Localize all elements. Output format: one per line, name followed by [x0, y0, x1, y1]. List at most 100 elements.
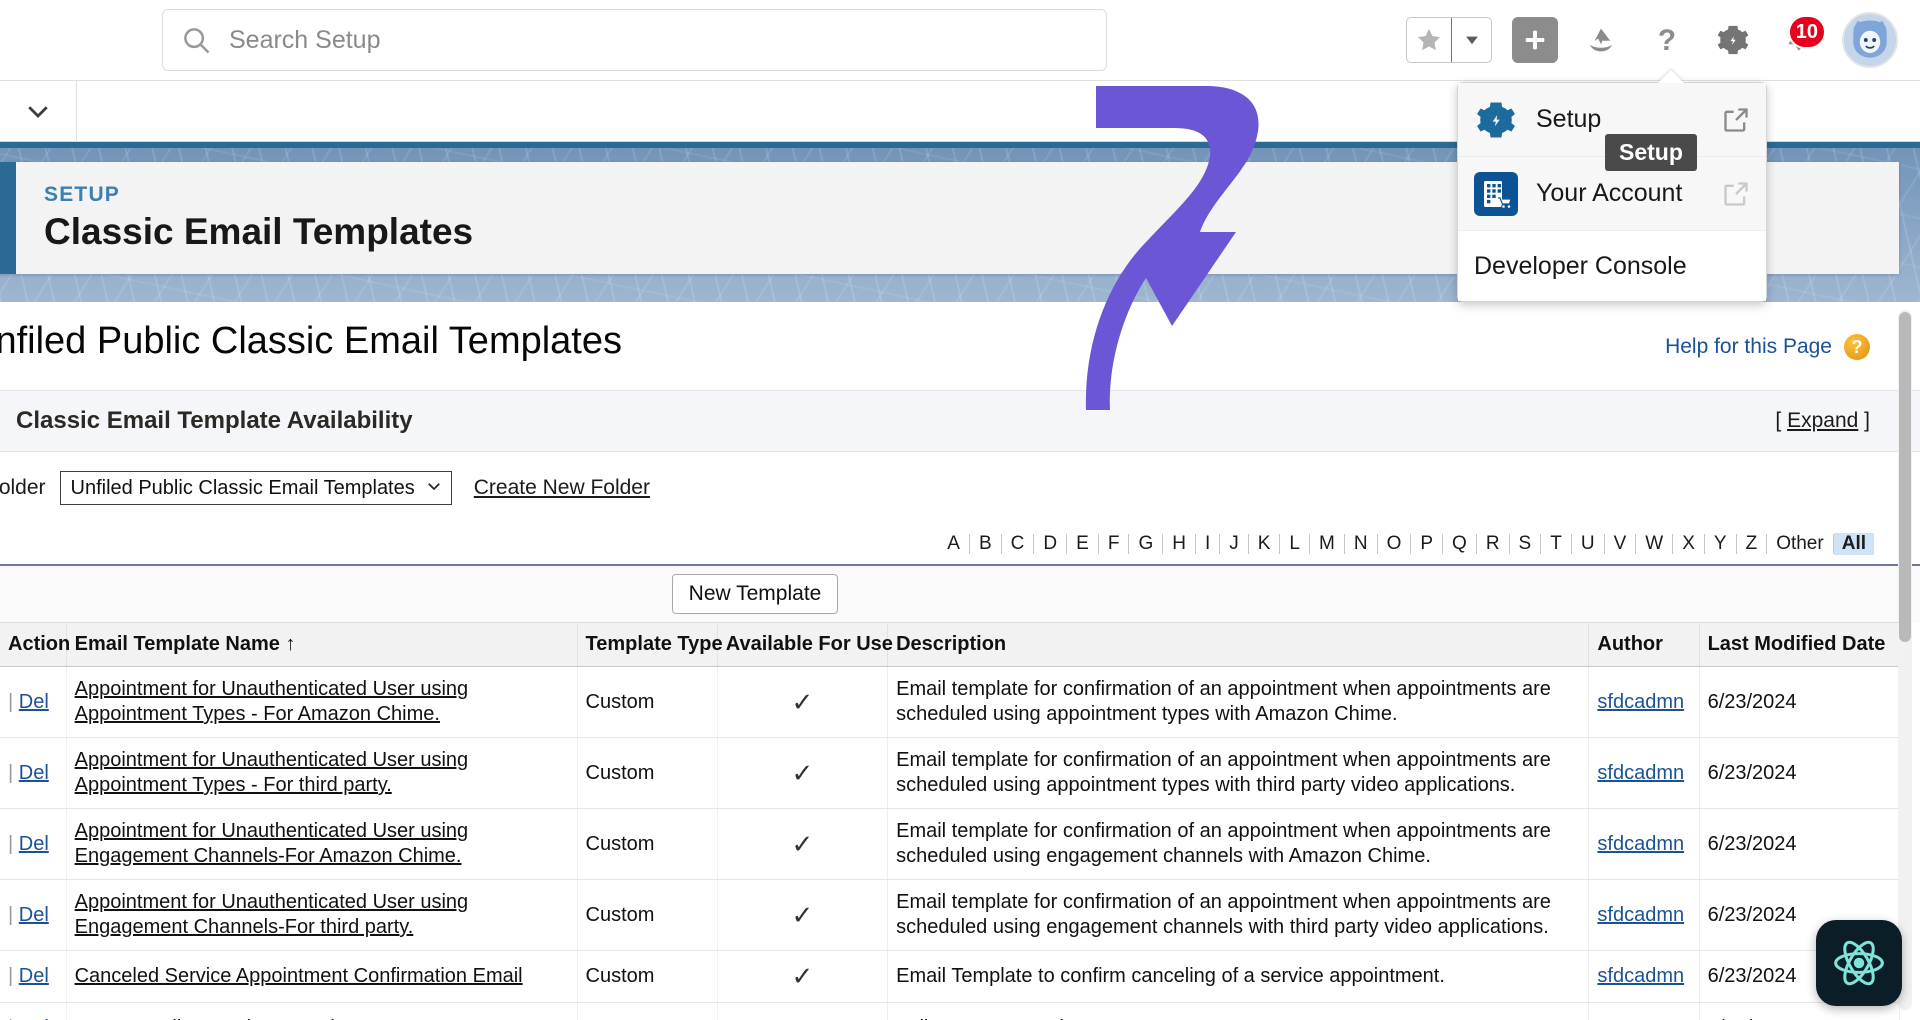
- column-header-modified[interactable]: Last Modified Date: [1699, 622, 1901, 667]
- chat-assistant-button[interactable]: [1816, 920, 1902, 1006]
- template-type-cell: Custom: [577, 737, 718, 809]
- alpha-filter-c[interactable]: C: [1002, 534, 1035, 554]
- alpha-filter-o[interactable]: O: [1378, 534, 1412, 554]
- alpha-filter-u[interactable]: U: [1572, 534, 1605, 554]
- column-header-available[interactable]: Available For Use: [717, 622, 893, 667]
- alpha-filter-j[interactable]: J: [1220, 534, 1249, 554]
- author-link[interactable]: sfdcadmn: [1597, 833, 1684, 855]
- alpha-filter-q[interactable]: Q: [1443, 534, 1477, 554]
- add-button[interactable]: [1512, 17, 1558, 63]
- template-name-link[interactable]: Appointment for Unauthenticated User usi…: [75, 748, 569, 798]
- help-for-this-page-link[interactable]: Help for this Page ?: [1665, 334, 1870, 360]
- column-header-author[interactable]: Author: [1588, 622, 1700, 667]
- create-new-folder-link[interactable]: Create New Folder: [474, 476, 650, 500]
- help-icon[interactable]: ?: [1644, 17, 1690, 63]
- external-link-icon: [1722, 106, 1750, 134]
- available-for-use-cell: ✓: [717, 950, 889, 1003]
- alpha-filter-w[interactable]: W: [1636, 534, 1674, 554]
- template-name-link[interactable]: Appointment for Unauthenticated User usi…: [75, 890, 569, 940]
- delete-link[interactable]: Del: [19, 833, 49, 855]
- column-header-type[interactable]: Template Type: [577, 622, 723, 667]
- header-actions: ? 10: [1406, 0, 1898, 80]
- column-header-name[interactable]: Email Template Name ↑: [66, 622, 578, 667]
- alpha-filter-s[interactable]: S: [1510, 534, 1542, 554]
- alpha-filter-v[interactable]: V: [1605, 534, 1637, 554]
- chevron-down-icon[interactable]: [1451, 18, 1491, 62]
- setup-eyebrow: SETUP: [44, 183, 121, 206]
- star-icon[interactable]: [1407, 18, 1451, 62]
- description-cell: Follow up on meeting: [887, 1002, 1590, 1020]
- alpha-filter-k[interactable]: K: [1249, 534, 1281, 554]
- template-name-cell: Canceled Service Appointment Confirmatio…: [66, 950, 578, 1003]
- help-link-label: Help for this Page: [1665, 335, 1832, 358]
- scrollbar-thumb[interactable]: [1899, 312, 1911, 642]
- alpha-filter-n[interactable]: N: [1345, 534, 1378, 554]
- delete-link[interactable]: Del: [19, 904, 49, 926]
- alpha-filter-r[interactable]: R: [1477, 534, 1510, 554]
- alpha-filter-i[interactable]: I: [1196, 534, 1221, 554]
- new-template-button[interactable]: New Template: [671, 574, 839, 614]
- menu-item-setup-label: Setup: [1536, 105, 1602, 133]
- delete-link[interactable]: Del: [19, 762, 49, 784]
- search-input[interactable]: [229, 25, 1088, 55]
- einstein-icon[interactable]: [1578, 17, 1624, 63]
- alpha-filter-all[interactable]: All: [1833, 533, 1874, 555]
- template-name-link[interactable]: Appointment for Unauthenticated User usi…: [75, 677, 569, 727]
- search-bar[interactable]: [162, 9, 1107, 71]
- checkmark-icon: ✓: [791, 828, 814, 859]
- building-cart-icon: [1474, 171, 1518, 216]
- alpha-filter-g[interactable]: G: [1129, 534, 1164, 554]
- author-link[interactable]: sfdcadmn: [1597, 965, 1684, 987]
- row-actions: | Del: [0, 879, 67, 951]
- available-for-use-cell: ✓: [717, 808, 889, 880]
- template-name-cell: Appointment for Unauthenticated User usi…: [66, 666, 578, 738]
- alpha-filter-h[interactable]: H: [1163, 534, 1196, 554]
- author-cell: sfdcadmn: [1588, 950, 1700, 1003]
- notifications-button[interactable]: 10: [1776, 15, 1826, 63]
- plus-icon: [1512, 17, 1558, 63]
- alpha-filter-d[interactable]: D: [1034, 534, 1068, 554]
- nav-chevron-down-icon[interactable]: [18, 96, 58, 126]
- expand-label[interactable]: Expand: [1787, 409, 1858, 432]
- alpha-filter-e[interactable]: E: [1067, 534, 1099, 554]
- menu-item-developer-console[interactable]: Developer Console: [1458, 231, 1766, 301]
- alpha-filter-l[interactable]: L: [1280, 534, 1310, 554]
- alpha-filter-p[interactable]: P: [1411, 534, 1444, 554]
- alpha-filter-x[interactable]: X: [1673, 534, 1705, 554]
- author-link[interactable]: sfdcadmn: [1597, 691, 1684, 713]
- column-header-description[interactable]: Description: [887, 622, 1590, 667]
- list-view-title: Unfiled Public Classic Email Templates: [0, 320, 622, 362]
- row-actions: | Del: [0, 666, 67, 738]
- column-header-action[interactable]: Action: [0, 622, 70, 667]
- action-separator: |: [8, 832, 19, 855]
- setup-tooltip: Setup: [1605, 134, 1697, 171]
- available-for-use-cell: ✓: [717, 737, 889, 809]
- delete-link[interactable]: Del: [19, 965, 49, 987]
- folder-row: Folder Unfiled Public Classic Email Temp…: [0, 452, 1920, 524]
- template-name-cell: Contact Follow Up (SAMPLE): [66, 1002, 578, 1020]
- availability-section-header: Classic Email Template Availability [ Ex…: [0, 390, 1920, 452]
- alpha-filter-y[interactable]: Y: [1705, 534, 1737, 554]
- template-name-link[interactable]: Appointment for Unauthenticated User usi…: [75, 819, 569, 869]
- alpha-filter-t[interactable]: T: [1541, 534, 1572, 554]
- alpha-filter-b[interactable]: B: [970, 534, 1002, 554]
- template-name-link[interactable]: Contact Follow Up (SAMPLE): [75, 1016, 338, 1020]
- global-header: ? 10: [0, 0, 1920, 80]
- author-link[interactable]: sfdcadmn: [1597, 762, 1684, 784]
- delete-link[interactable]: Del: [19, 691, 49, 713]
- alpha-filter-z[interactable]: Z: [1737, 534, 1768, 554]
- checkmark-icon: ✓: [792, 1013, 814, 1020]
- expand-toggle[interactable]: [ Expand ]: [1775, 409, 1870, 433]
- alpha-filter-other[interactable]: Other: [1767, 534, 1834, 554]
- template-name-link[interactable]: Canceled Service Appointment Confirmatio…: [75, 964, 523, 989]
- folder-select[interactable]: Unfiled Public Classic Email Templates: [59, 471, 452, 505]
- favorites-group[interactable]: [1406, 17, 1492, 63]
- alpha-filter-m[interactable]: M: [1310, 534, 1345, 554]
- author-link[interactable]: sfdcadmn: [1597, 904, 1684, 926]
- alpha-filter-a[interactable]: A: [938, 534, 970, 554]
- gear-icon[interactable]: [1710, 17, 1756, 63]
- alpha-filter-f[interactable]: F: [1099, 534, 1130, 554]
- author-cell: sfdcadmn: [1588, 737, 1700, 809]
- avatar[interactable]: [1842, 12, 1898, 68]
- vertical-scrollbar[interactable]: [1898, 310, 1912, 1010]
